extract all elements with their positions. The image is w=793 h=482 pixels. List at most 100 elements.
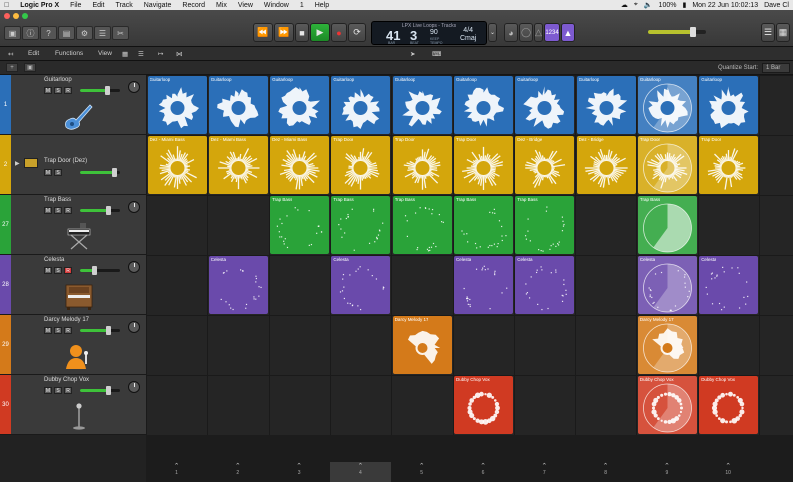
mute-button[interactable]: M <box>44 327 52 334</box>
apple-icon[interactable]:  <box>4 2 9 9</box>
loop-cell[interactable]: Trap Door <box>454 136 513 194</box>
lcd-display[interactable]: LPX Live Loops - Tracks 41 BAR 3 BEAT 90… <box>371 21 487 45</box>
help-button[interactable]: ? <box>40 26 57 40</box>
inspector-button[interactable]: ⓘ <box>22 26 39 40</box>
loop-cell[interactable]: Celesta <box>454 256 513 314</box>
menu-window[interactable]: Window <box>264 2 289 9</box>
loop-cell[interactable]: Guitarloop <box>515 76 575 134</box>
solo-button[interactable]: S <box>54 87 62 94</box>
loop-cell[interactable]: Guitarloop <box>392 76 452 134</box>
loop-cell[interactable]: Trap Door <box>392 136 452 194</box>
pointer-tool[interactable]: ➤ <box>410 50 415 58</box>
text-tool[interactable]: ⌨ <box>432 50 441 58</box>
loop-cell[interactable]: Trap Bass <box>392 196 452 254</box>
volume-knob[interactable] <box>104 86 110 95</box>
loop-cell[interactable]: Dubby Chop Vox <box>454 376 513 434</box>
mute-button[interactable]: M <box>44 87 52 94</box>
menu-app[interactable]: Logic Pro X <box>20 2 59 9</box>
metronome-click-button[interactable]: ▲ <box>561 23 575 42</box>
cloud-icon[interactable]: ☁ <box>621 1 628 9</box>
loop-cell[interactable]: Darcy Melody 17 <box>637 316 697 374</box>
scene-trigger[interactable]: ⌃ 7 <box>514 462 575 482</box>
loop-cell[interactable]: Celesta <box>699 256 759 314</box>
volume-fader[interactable] <box>80 386 120 395</box>
scene-trigger[interactable]: ⌃ 9 <box>636 462 697 482</box>
menu-track[interactable]: Track <box>116 2 133 9</box>
volume-icon[interactable]: 🔈 <box>644 1 653 9</box>
editors-button[interactable]: ✂ <box>112 26 129 40</box>
loop-cell[interactable]: Celesta <box>208 256 268 314</box>
tracks-view-button[interactable]: ☰ <box>138 50 144 58</box>
track-name[interactable]: Darcy Melody 17 <box>44 317 89 323</box>
track-header[interactable]: 2 ▶ Trap Door (Dez) MS <box>0 135 146 195</box>
functions-menu[interactable]: Functions <box>55 50 83 57</box>
volume-fader[interactable] <box>80 168 120 177</box>
track-header[interactable]: 1 Guitarloop MSR <box>0 75 146 135</box>
list-editors-button[interactable]: ☰ <box>761 23 775 42</box>
pan-knob[interactable] <box>128 81 140 93</box>
menu-view[interactable]: View <box>238 2 253 9</box>
menu-record[interactable]: Record <box>182 2 205 9</box>
loop-cell[interactable]: Trap Bass <box>515 196 575 254</box>
loop-cell[interactable]: Guitarloop <box>576 76 636 134</box>
close-window-button[interactable] <box>4 13 10 19</box>
master-volume-knob[interactable] <box>690 27 696 37</box>
loop-cell[interactable]: Celesta <box>515 256 575 314</box>
track-name[interactable]: Trap Door (Dez) <box>44 158 87 164</box>
back-icon[interactable]: ↤ <box>8 50 13 58</box>
loop-cell[interactable]: Trap Door <box>699 136 759 194</box>
edit-menu[interactable]: Edit <box>28 50 39 57</box>
metronome-button[interactable]: △ <box>534 23 543 42</box>
track-header[interactable]: 27 Trap Bass MSR <box>0 195 146 255</box>
loop-cell[interactable]: Dez - Miami Bass <box>208 136 268 194</box>
mixer-button[interactable]: ☰ <box>94 26 111 40</box>
loop-cell[interactable]: Dubby Chop Vox <box>699 376 759 434</box>
loop-cell[interactable]: Dez - Miami Bass <box>147 136 207 194</box>
loop-cell[interactable]: Guitarloop <box>454 76 513 134</box>
fast-forward-button[interactable]: ⏩ <box>274 23 294 42</box>
toolbar-button[interactable]: ▤ <box>58 26 75 40</box>
scene-trigger[interactable]: ⌃ 8 <box>575 462 636 482</box>
mute-button[interactable]: M <box>44 207 52 214</box>
loop-cell[interactable]: Guitarloop <box>637 76 697 134</box>
scene-trigger[interactable]: ⌃ 2 <box>207 462 268 482</box>
scene-trigger[interactable]: ⌃ 3 <box>269 462 330 482</box>
volume-fader[interactable] <box>80 326 120 335</box>
mute-button[interactable]: M <box>44 169 52 176</box>
menu-mix[interactable]: Mix <box>216 2 227 9</box>
loop-cell[interactable]: Trap Door <box>331 136 391 194</box>
loop-cell[interactable]: Trap Door <box>637 136 697 194</box>
track-name[interactable]: Dubby Chop Vox <box>44 377 89 383</box>
loop-cell[interactable]: Celesta <box>331 256 391 314</box>
loop-cell[interactable]: Guitarloop <box>147 76 207 134</box>
clock[interactable]: Mon 22 Jun 10:02:13 <box>692 2 758 9</box>
pan-knob[interactable] <box>128 201 140 213</box>
user-name[interactable]: Dave Cl <box>764 2 789 9</box>
view-menu[interactable]: View <box>98 50 112 57</box>
scene-trigger[interactable]: ⌃ 1 <box>146 462 207 482</box>
cycle-button[interactable]: ⟳ <box>348 23 366 42</box>
disclosure-triangle-icon[interactable]: ▶ <box>15 160 20 167</box>
loop-cell[interactable]: Guitarloop <box>331 76 391 134</box>
record-arm-button[interactable]: R <box>64 87 72 94</box>
record-arm-button[interactable]: R <box>64 387 72 394</box>
mute-button[interactable]: M <box>44 267 52 274</box>
pan-knob[interactable] <box>128 381 140 393</box>
zoom-window-button[interactable] <box>22 13 28 19</box>
track-name[interactable]: Celesta <box>44 257 64 263</box>
smart-controls-button[interactable]: ⚙ <box>76 26 93 40</box>
solo-button[interactable]: ◯ <box>519 23 533 42</box>
track-header[interactable]: 30 Dubby Chop Vox MSR <box>0 375 146 435</box>
loop-cell[interactable]: Dubby Chop Vox <box>637 376 697 434</box>
live-loops-grid-button[interactable]: ▦ <box>122 50 128 58</box>
solo-button[interactable]: S <box>54 327 62 334</box>
record-arm-button[interactable]: R <box>64 267 72 274</box>
pan-knob[interactable] <box>128 321 140 333</box>
flex-icon[interactable]: ⋈ <box>176 50 183 58</box>
volume-knob[interactable] <box>106 386 112 395</box>
loop-cell[interactable]: Dez - Miami Bass <box>270 136 330 194</box>
stop-button[interactable]: ■ <box>295 23 309 42</box>
library-button[interactable]: ▣ <box>4 26 21 40</box>
record-arm-button[interactable]: R <box>64 327 72 334</box>
live-loops-grid[interactable]: Guitarloop Guitarloop Guitarloop Guitarloop… <box>146 75 793 436</box>
